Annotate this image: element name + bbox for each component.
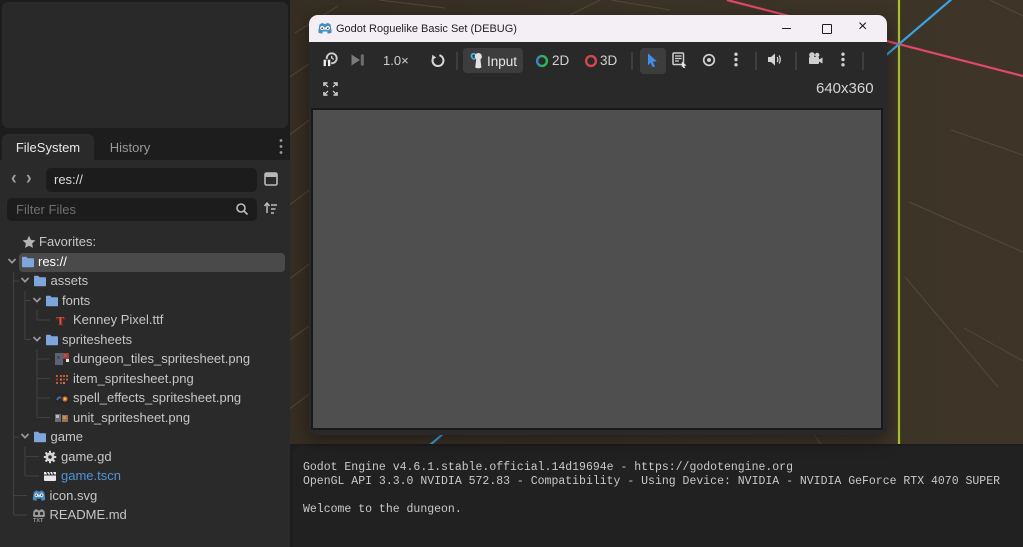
svg-text:TXT: TXT <box>33 518 44 522</box>
svg-text:T: T <box>56 313 64 327</box>
